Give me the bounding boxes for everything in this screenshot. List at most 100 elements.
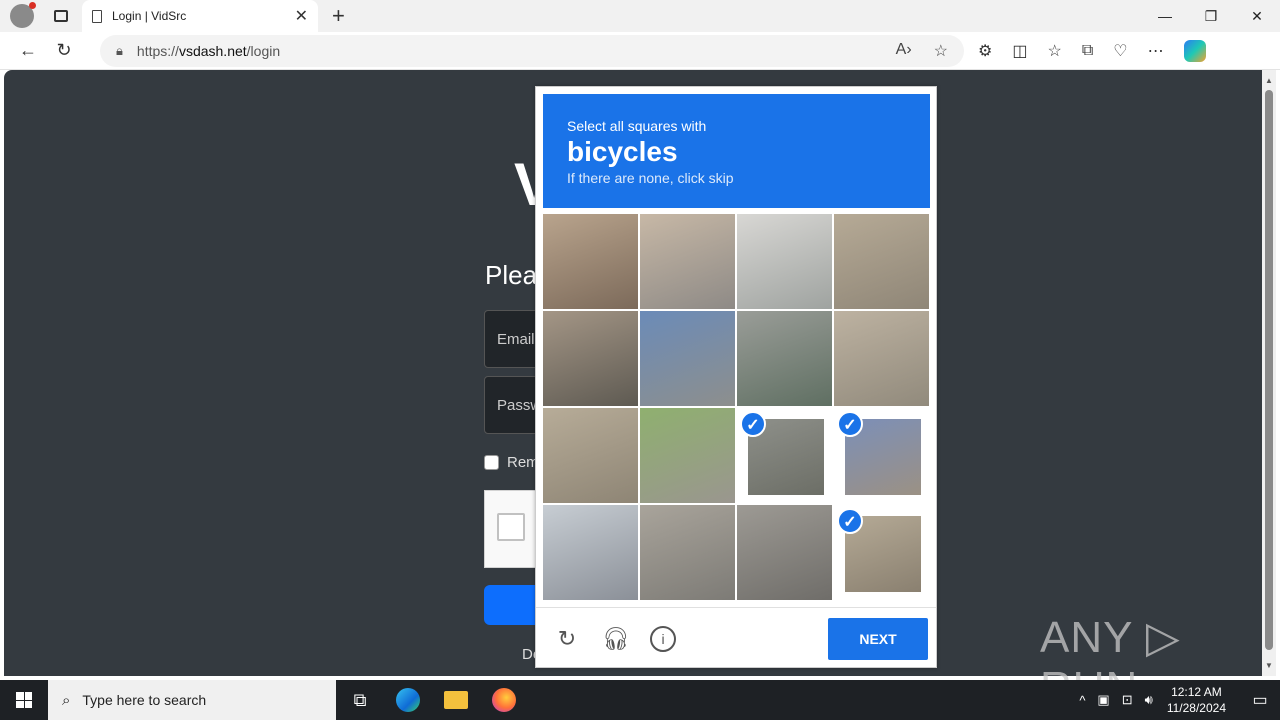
collections-icon[interactable]: ⧉ [1082,42,1093,60]
captcha-tile-image [543,214,638,309]
tab-close-icon[interactable]: ✕ [295,6,308,26]
new-tab-button[interactable]: + [332,3,345,29]
restore-button[interactable]: ❐ [1188,0,1234,32]
captcha-tile-image [640,505,735,600]
captcha-tile[interactable]: ✓ [834,505,929,600]
network-icon[interactable]: ⊡ [1122,692,1133,708]
captcha-tile[interactable] [640,311,735,406]
remember-checkbox[interactable] [484,455,499,470]
lock-icon[interactable]: 🔒︎ [116,43,123,59]
captcha-tile[interactable] [543,505,638,600]
remember-label: Rem [507,454,539,471]
favorite-star-icon[interactable]: ☆ [934,41,948,61]
captcha-hint: If there are none, click skip [567,170,734,186]
next-button[interactable]: NEXT [828,618,928,660]
page-icon [92,9,102,23]
url-path: /login [246,43,281,59]
refresh-icon[interactable]: ↻ [46,40,82,61]
captcha-tile-image [834,311,929,406]
copilot-icon[interactable] [1183,40,1206,62]
tab-title: Login | VidSrc [112,9,187,23]
captcha-tile-image [737,505,832,600]
tab-strip: Login | VidSrc ✕ + — ❐ ✕ [0,0,1280,32]
taskbar: ⌕ Type here to search ⧉ ^ ▣ ⊡ 🔊︎ 12:12 A… [0,680,1280,720]
windows-logo-icon [16,692,32,708]
captcha-header: Select all squares with bicycles If ther… [543,94,930,208]
recaptcha-checkbox[interactable] [497,513,525,541]
login-heading-fragment: Plea [485,260,538,290]
clock-time: 12:12 AM [1171,685,1222,699]
file-explorer-icon[interactable] [432,680,480,720]
captcha-tile[interactable] [737,311,832,406]
window-controls: — ❐ ✕ [1142,0,1280,32]
captcha-tile-image [543,505,638,600]
captcha-tile[interactable] [640,214,735,309]
captcha-tile-image [640,311,735,406]
clock[interactable]: 12:12 AM 11/28/2024 [1167,684,1226,716]
read-aloud-icon[interactable]: A› [896,41,912,61]
browser-essentials-icon[interactable]: ♡ [1113,41,1127,61]
extensions-icon[interactable]: ⚙ [978,41,992,61]
search-icon: ⌕ [62,691,71,709]
page-scrollbar[interactable]: ▲ ▼ [1262,70,1276,676]
notifications-icon[interactable]: ▭ [1240,690,1280,710]
selected-checkmark-icon: ✓ [740,411,766,437]
selected-checkmark-icon: ✓ [837,508,863,534]
tab-actions-icon[interactable] [54,10,68,22]
volume-icon[interactable]: 🔊︎ [1145,692,1153,708]
show-hidden-icons-chevron-icon[interactable]: ^ [1079,693,1085,708]
captcha-tile-image [543,311,638,406]
url-host: vsdash.net [178,43,247,59]
captcha-tile[interactable] [834,311,929,406]
scrollbar-thumb[interactable] [1265,90,1273,650]
url-scheme: https:// [136,43,179,59]
captcha-tile[interactable] [834,214,929,309]
favorites-icon[interactable]: ☆ [1047,41,1061,61]
captcha-tile[interactable]: ✓ [737,408,832,503]
scroll-up-icon[interactable]: ▲ [1265,76,1273,85]
captcha-tile[interactable] [737,214,832,309]
captcha-tile-image [737,214,832,309]
captcha-target: bicycles [567,136,678,167]
captcha-tile-image [640,214,735,309]
navigation-bar: ← ↻ 🔒︎ https://vsdash.net/login A› ☆ ⚙ ◫… [0,32,1280,70]
profile-avatar[interactable] [10,2,36,28]
start-button[interactable] [0,680,48,720]
close-window-button[interactable]: ✕ [1234,0,1280,32]
search-placeholder: Type here to search [82,692,207,708]
captcha-tile[interactable] [640,408,735,503]
captcha-tile[interactable] [543,408,638,503]
captcha-tile-image [640,408,735,503]
back-arrow-icon[interactable]: ← [10,40,46,61]
captcha-tile-image [737,311,832,406]
captcha-tile[interactable] [543,214,638,309]
captcha-instruction: Select all squares with [567,118,707,134]
system-tray: ^ ▣ ⊡ 🔊︎ 12:12 AM 11/28/2024 ▭ [1073,680,1280,720]
captcha-tile-image [543,408,638,503]
remember-me[interactable]: Rem [484,454,539,471]
split-screen-icon[interactable]: ◫ [1012,41,1027,61]
captcha-tile-image [834,214,929,309]
edge-taskbar-icon[interactable] [384,680,432,720]
captcha-tile[interactable] [737,505,832,600]
browser-tab[interactable]: Login | VidSrc ✕ [82,0,318,32]
captcha-tile[interactable]: ✓ [834,408,929,503]
captcha-tile[interactable] [543,311,638,406]
captcha-tile[interactable] [640,505,735,600]
taskbar-search[interactable]: ⌕ Type here to search [48,680,336,720]
reload-icon[interactable]: ↻ [554,626,580,652]
selected-checkmark-icon: ✓ [837,411,863,437]
address-bar[interactable]: 🔒︎ https://vsdash.net/login A› ☆ [100,35,964,67]
firefox-icon[interactable] [480,680,528,720]
defender-icon[interactable]: ▣ [1097,692,1109,708]
task-view-icon[interactable]: ⧉ [336,680,384,720]
clock-date: 11/28/2024 [1166,701,1226,715]
browser-toolbar: ⚙ ◫ ☆ ⧉ ♡ ⋯ [978,32,1206,70]
captcha-challenge: Select all squares with bicycles If ther… [535,86,937,668]
more-menu-icon[interactable]: ⋯ [1148,41,1164,61]
info-icon[interactable]: i [650,626,676,652]
audio-headphones-icon[interactable]: 🎧︎ [602,626,630,652]
minimize-button[interactable]: — [1142,0,1188,32]
captcha-image-grid: ✓ ✓ ✓ [543,214,930,601]
captcha-footer: ↻ 🎧︎ i NEXT [536,607,936,667]
